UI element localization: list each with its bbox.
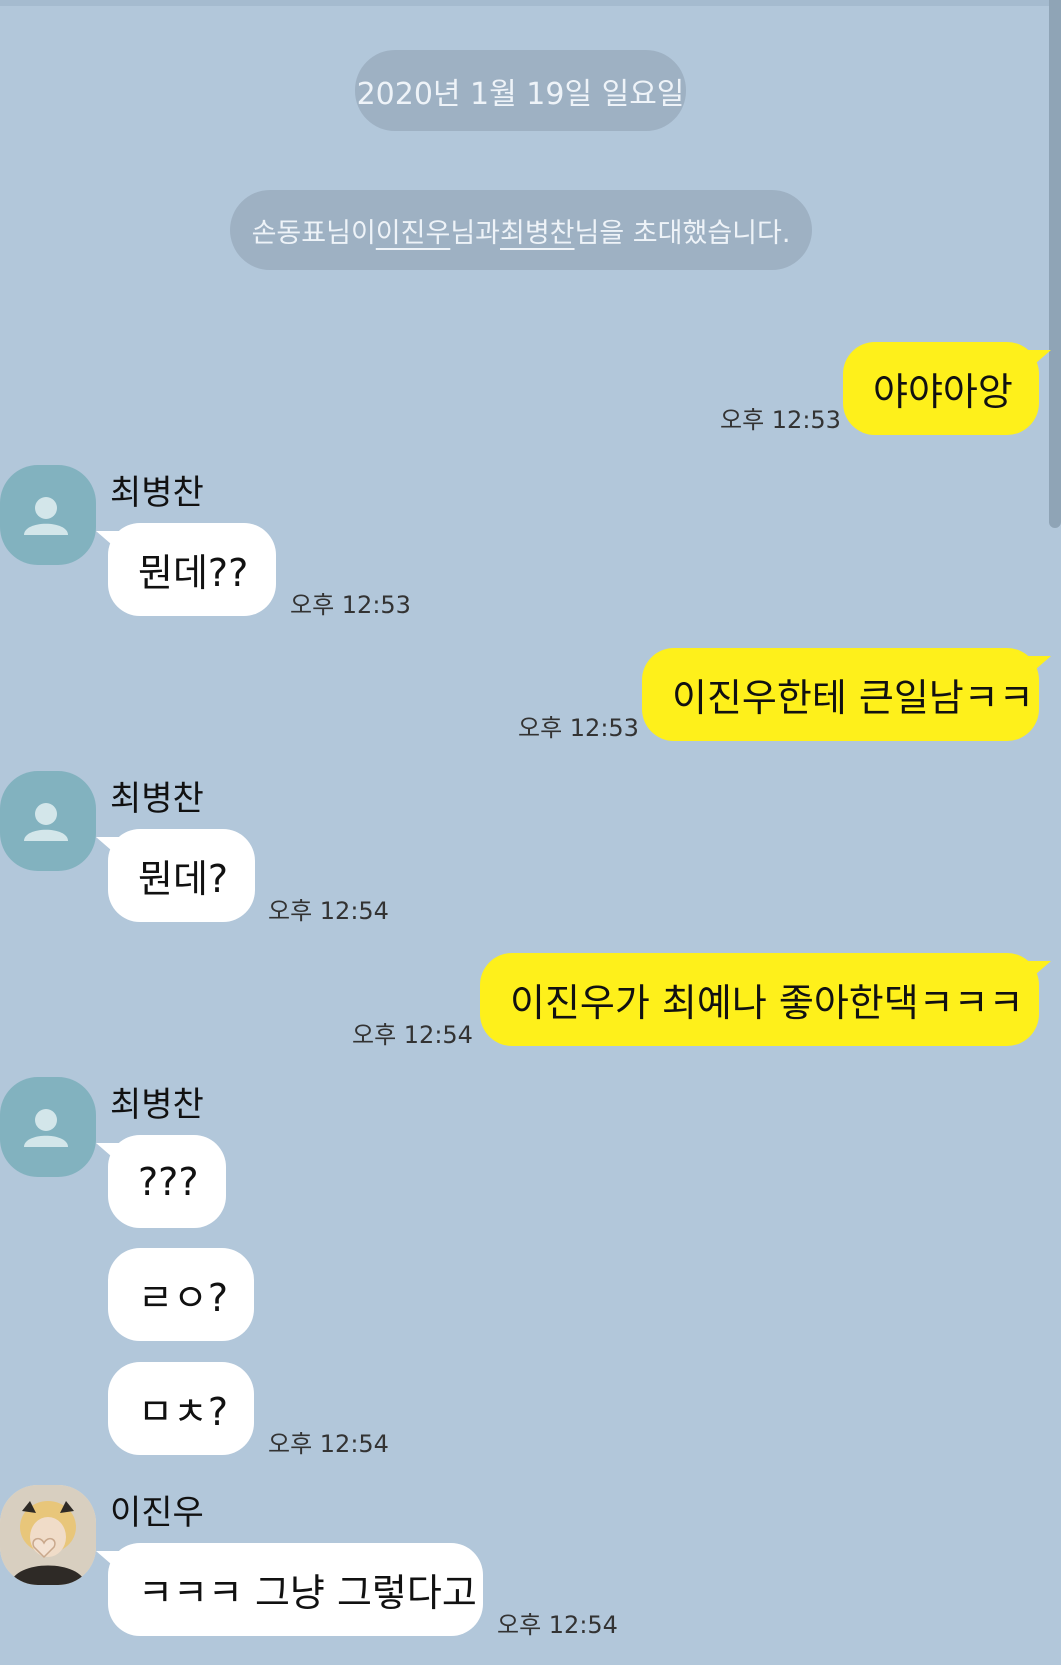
- invitee-link-2[interactable]: 최병찬: [500, 211, 575, 250]
- their-message-bubble[interactable]: ㄹㅇ?: [108, 1248, 254, 1341]
- message-time: 오후 12:53: [518, 714, 639, 742]
- my-message-bubble[interactable]: 이진우가 최예나 좋아한댁ㅋㅋㅋ: [480, 953, 1039, 1046]
- their-message-bubble[interactable]: ㅋㅋㅋ 그냥 그렇다고: [108, 1543, 483, 1636]
- message-text: 뭔데?: [138, 857, 229, 901]
- profile-avatar[interactable]: [0, 1077, 96, 1177]
- profile-photo[interactable]: [0, 1485, 96, 1585]
- sender-name: 이진우: [110, 1493, 204, 1533]
- message-text: ㄹㅇ?: [138, 1276, 229, 1320]
- their-message-bubble[interactable]: ???: [108, 1135, 226, 1228]
- message-text: 야야아앙: [873, 370, 1013, 414]
- message-text: ㅋㅋㅋ 그냥 그렇다고: [138, 1571, 477, 1615]
- date-divider: 2020년 1월 19일 일요일: [355, 50, 686, 131]
- their-message-bubble[interactable]: 뭔데??: [108, 523, 276, 616]
- message-text: ㅁㅊ?: [138, 1390, 229, 1434]
- profile-avatar[interactable]: [0, 465, 96, 565]
- sender-name: 최병찬: [110, 1085, 204, 1125]
- system-notice-mid: 님과: [450, 217, 500, 249]
- person-icon: [24, 497, 68, 535]
- system-notice-prefix: 손동표님이: [251, 217, 376, 249]
- person-icon: [24, 803, 68, 841]
- system-notice-suffix: 님을 초대했습니다.: [574, 217, 791, 249]
- profile-avatar[interactable]: [0, 771, 96, 871]
- their-message-bubble[interactable]: ㅁㅊ?: [108, 1362, 254, 1455]
- message-time: 오후 12:54: [268, 897, 389, 925]
- message-time: 오후 12:54: [268, 1430, 389, 1458]
- message-time: 오후 12:54: [352, 1021, 473, 1049]
- message-text: 이진우가 최예나 좋아한댁ㅋㅋㅋ: [510, 981, 1024, 1025]
- my-message-bubble[interactable]: 야야아앙: [843, 342, 1039, 435]
- message-text: 이진우한테 큰일남ㅋㅋ: [672, 676, 1034, 720]
- message-text: ???: [138, 1159, 199, 1204]
- top-edge: [0, 0, 1061, 6]
- message-time: 오후 12:53: [720, 406, 841, 434]
- message-time: 오후 12:53: [290, 591, 411, 619]
- system-notice: 손동표님이 이진우 님과 최병찬 님을 초대했습니다.: [230, 190, 812, 270]
- my-message-bubble[interactable]: 이진우한테 큰일남ㅋㅋ: [642, 648, 1039, 741]
- person-icon: [24, 1109, 68, 1147]
- their-message-bubble[interactable]: 뭔데?: [108, 829, 255, 922]
- invitee-link-1[interactable]: 이진우: [376, 211, 451, 250]
- sender-name: 최병찬: [110, 473, 204, 513]
- scrollbar[interactable]: [1049, 0, 1061, 528]
- message-time: 오후 12:54: [497, 1611, 618, 1639]
- message-text: 뭔데??: [138, 551, 249, 595]
- sender-name: 최병찬: [110, 779, 204, 819]
- profile-photo-image: [0, 1485, 96, 1585]
